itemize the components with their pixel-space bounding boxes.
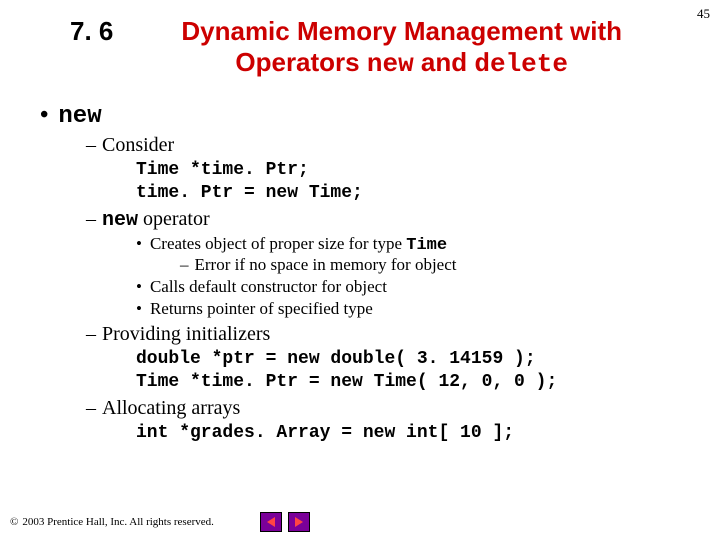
bullet-new-operator-text: operator xyxy=(138,208,210,230)
bullet-allocating: –Allocating arrays xyxy=(86,397,680,420)
triangle-left-icon xyxy=(267,517,275,527)
copyright-icon: © xyxy=(10,516,18,528)
bullet-new-text: new xyxy=(58,103,101,130)
slide-heading: 7. 6 Dynamic Memory Management with Oper… xyxy=(70,16,660,80)
slide: 45 7. 6 Dynamic Memory Management with O… xyxy=(0,0,720,540)
bullet-creates-text: Creates object of proper size for type xyxy=(150,234,406,253)
bullet-providing: –Providing initializers xyxy=(86,323,680,346)
bullet-allocating-text: Allocating arrays xyxy=(102,397,240,419)
page-number: 45 xyxy=(697,6,710,22)
footer-text: 2003 Prentice Hall, Inc. All rights rese… xyxy=(22,516,214,528)
bullet-error-text: Error if no space in memory for object xyxy=(195,255,457,274)
nav-buttons xyxy=(260,512,310,532)
title-code-delete: delete xyxy=(474,49,568,79)
slide-title: Dynamic Memory Management with Operators… xyxy=(143,16,660,80)
title-line2-mid: and xyxy=(414,47,475,77)
bullet-error: –Error if no space in memory for object xyxy=(180,255,680,275)
bullet-creates-code: Time xyxy=(406,236,447,255)
title-line1: Dynamic Memory Management with xyxy=(181,16,622,46)
bullet-providing-text: Providing initializers xyxy=(102,323,270,345)
code-consider: Time *time. Ptr; time. Ptr = new Time; xyxy=(136,159,680,204)
code-providing: double *ptr = new double( 3. 14159 ); Ti… xyxy=(136,348,680,393)
bullet-new-operator-code: new xyxy=(102,209,138,232)
section-number: 7. 6 xyxy=(70,16,113,47)
slide-body: •new –Consider Time *time. Ptr; time. Pt… xyxy=(40,100,680,445)
bullet-consider: –Consider xyxy=(86,134,680,157)
bullet-creates: •Creates object of proper size for type … xyxy=(136,234,680,255)
next-button[interactable] xyxy=(288,512,310,532)
bullet-returns-text: Returns pointer of specified type xyxy=(150,299,373,318)
triangle-right-icon xyxy=(295,517,303,527)
bullet-consider-text: Consider xyxy=(102,134,174,156)
bullet-new: •new xyxy=(40,102,680,130)
bullet-calls-text: Calls default constructor for object xyxy=(150,277,387,296)
code-allocating: int *grades. Array = new int[ 10 ]; xyxy=(136,422,680,445)
title-code-new: new xyxy=(367,49,414,79)
prev-button[interactable] xyxy=(260,512,282,532)
bullet-new-operator: –new operator xyxy=(86,208,680,232)
bullet-calls: •Calls default constructor for object xyxy=(136,277,680,297)
title-line2-pre: Operators xyxy=(235,47,367,77)
footer: © 2003 Prentice Hall, Inc. All rights re… xyxy=(10,516,214,528)
bullet-returns: •Returns pointer of specified type xyxy=(136,299,680,319)
